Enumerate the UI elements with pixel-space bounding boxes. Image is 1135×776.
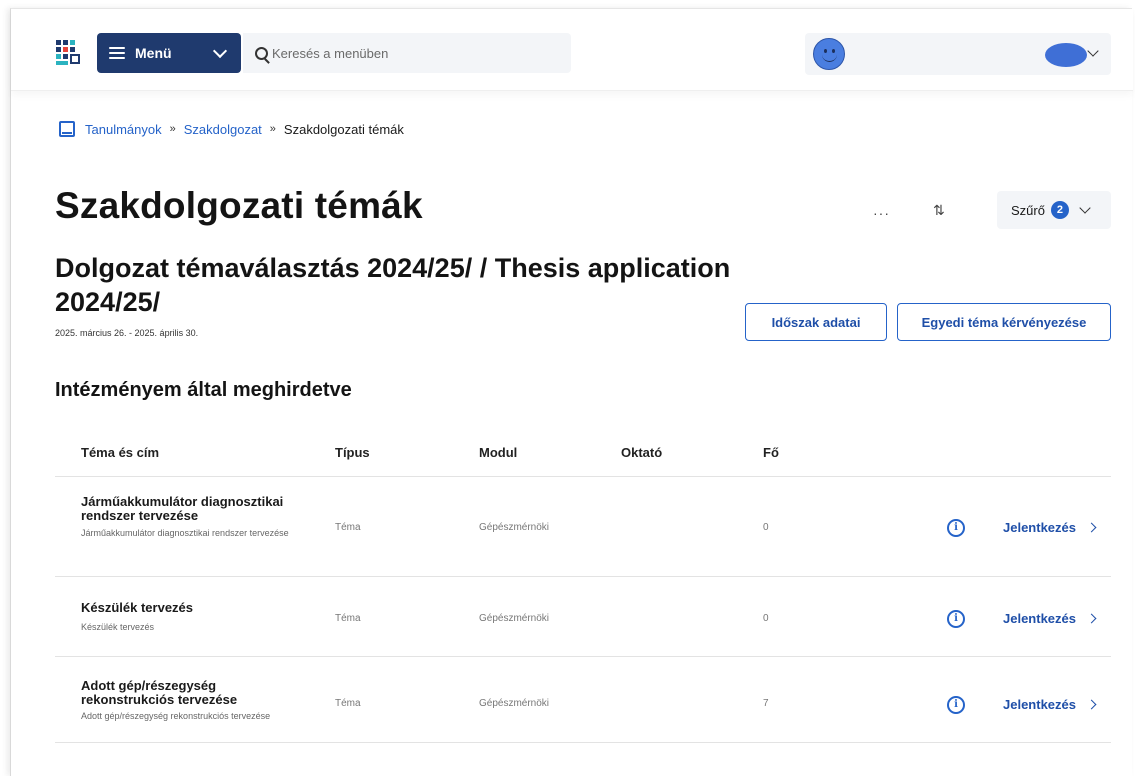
apply-link[interactable]: Jelentkezés	[1003, 697, 1097, 712]
column-header-type[interactable]: Típus	[335, 445, 370, 460]
info-icon[interactable]: i	[947, 519, 965, 537]
breadcrumb: Tanulmányok » Szakdolgozat » Szakdolgoza…	[59, 121, 404, 137]
table-row: Készülék tervezés Készülék tervezés Téma…	[55, 577, 1111, 657]
main-menu-label: Menü	[135, 45, 172, 61]
column-header-module[interactable]: Modul	[479, 445, 517, 460]
apply-link[interactable]: Jelentkezés	[1003, 520, 1097, 535]
menu-search-input[interactable]	[272, 45, 552, 61]
topic-count: 7	[763, 698, 769, 709]
breadcrumb-link-szakdolgozat[interactable]: Szakdolgozat	[184, 122, 262, 137]
breadcrumb-link-tanulmanyok[interactable]: Tanulmányok	[85, 122, 162, 137]
filter-button[interactable]: Szűrő 2	[997, 191, 1111, 229]
breadcrumb-current: Szakdolgozati témák	[283, 121, 404, 137]
topic-subtitle: Készülék tervezés	[81, 622, 155, 632]
table-header: Téma és cím Típus Modul Oktató Fő	[55, 433, 1111, 477]
apply-link[interactable]: Jelentkezés	[1003, 611, 1097, 626]
more-options-icon[interactable]: ···	[873, 205, 890, 221]
topic-title: Járműakkumulátor diagnosztikai rendszer …	[81, 494, 284, 523]
page-title: Szakdolgozati témák	[55, 185, 423, 226]
filter-count-badge: 2	[1050, 201, 1069, 219]
topic-title: Készülék tervezés	[81, 600, 194, 615]
topic-count: 0	[763, 613, 769, 624]
app-frame: Menü Tanulmányok » Szakdolgozat » Szakdo…	[10, 8, 1133, 776]
chevron-down-icon	[1079, 202, 1091, 214]
chevron-down-icon[interactable]	[1087, 45, 1099, 57]
topic-subtitle: Járműakkumulátor diagnosztikai rendszer …	[81, 528, 289, 538]
institution-logo-icon[interactable]	[55, 39, 83, 67]
user-avatar[interactable]	[1045, 43, 1087, 67]
info-icon[interactable]: i	[947, 610, 965, 628]
filter-label: Szűrő	[1011, 202, 1045, 218]
book-icon	[59, 121, 75, 137]
topic-type: Téma	[335, 698, 361, 709]
apply-label: Jelentkezés	[1003, 611, 1076, 626]
breadcrumb-separator: »	[269, 123, 276, 135]
topic-type: Téma	[335, 522, 361, 533]
sort-icon[interactable]: ⇅	[933, 202, 945, 219]
column-header-teacher[interactable]: Oktató	[621, 445, 662, 460]
topic-module: Gépészmérnöki	[479, 613, 550, 624]
section-title: Intézményem által meghirdetve	[55, 379, 352, 401]
info-icon[interactable]: i	[947, 696, 965, 714]
user-area[interactable]	[805, 33, 1111, 75]
menu-search	[243, 33, 571, 73]
main-menu-button[interactable]: Menü	[97, 33, 241, 73]
table-row: Járműakkumulátor diagnosztikai rendszer …	[55, 477, 1111, 577]
topic-type: Téma	[335, 613, 361, 624]
topic-module: Gépészmérnöki	[479, 522, 550, 533]
topic-subtitle: Adott gép/részegység rekonstrukciós terv…	[81, 711, 271, 721]
chevron-down-icon	[212, 43, 228, 58]
topic-title: Adott gép/részegység rekonstrukciós terv…	[81, 678, 238, 707]
period-details-button[interactable]: Időszak adatai	[745, 303, 887, 341]
search-icon	[255, 46, 268, 60]
chevron-right-icon	[1086, 613, 1097, 624]
chevron-right-icon	[1086, 522, 1097, 533]
table-row-partial	[81, 759, 281, 776]
topic-module: Gépészmérnöki	[479, 698, 550, 709]
chevron-right-icon	[1086, 699, 1097, 710]
table-row: Adott gép/részegység rekonstrukciós terv…	[55, 657, 1111, 743]
period-dates: 2025. március 26. - 2025. április 30.	[55, 328, 199, 338]
period-title: Dolgozat témaválasztás 2024/25/ / Thesis…	[55, 253, 731, 317]
column-header-title[interactable]: Téma és cím	[81, 445, 159, 460]
smiley-avatar-icon	[813, 38, 845, 70]
apply-label: Jelentkezés	[1003, 520, 1076, 535]
custom-topic-request-button[interactable]: Egyedi téma kérvényezése	[897, 303, 1111, 341]
top-bar: Menü	[11, 9, 1133, 91]
apply-label: Jelentkezés	[1003, 697, 1076, 712]
topic-count: 0	[763, 522, 769, 533]
hamburger-icon	[109, 47, 125, 59]
column-header-count[interactable]: Fő	[763, 445, 779, 460]
breadcrumb-separator: »	[169, 123, 176, 135]
